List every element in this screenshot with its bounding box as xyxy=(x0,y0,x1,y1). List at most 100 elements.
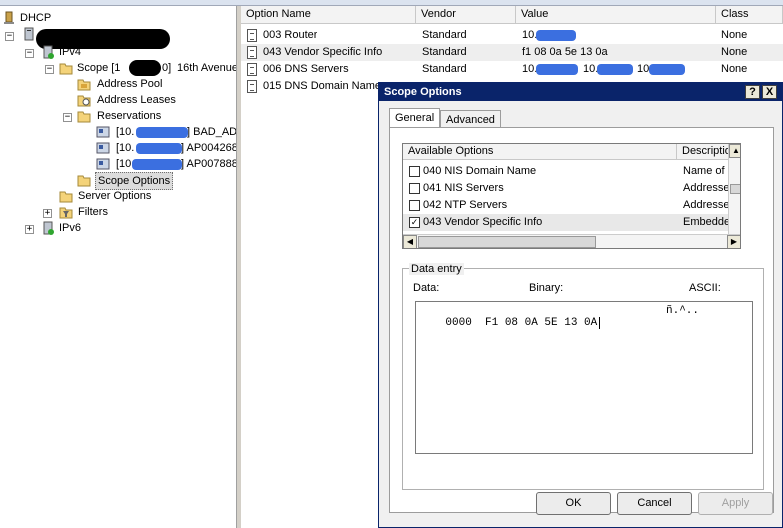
list-row[interactable]: 006 DNS Servers Standard 10. 10. 10 None xyxy=(241,61,783,78)
tree-label-ipv4: IPv4 xyxy=(59,46,82,58)
address-pool-icon xyxy=(77,79,91,91)
option-checkbox[interactable] xyxy=(409,166,420,177)
option-label: 041 NIS Servers xyxy=(423,182,504,194)
option-checkbox[interactable] xyxy=(409,200,420,211)
option-row-selected[interactable]: ✓ 043 Vendor Specific Info Embedded v xyxy=(403,214,740,231)
option-vendor: Standard xyxy=(422,29,467,41)
tab-general[interactable]: General xyxy=(389,108,441,128)
server-icon xyxy=(24,27,34,41)
list-row[interactable]: 043 Vendor Specific Info Standard f1 08 … xyxy=(241,44,783,61)
scope-label-prefix: Scope [1 xyxy=(77,62,121,74)
folder-icon xyxy=(77,175,91,187)
reservation-icon xyxy=(96,126,110,138)
dialog-title-bar[interactable]: Scope Options ? X xyxy=(379,83,782,101)
binary-label: Binary: xyxy=(529,282,564,294)
address-leases-icon xyxy=(77,95,91,107)
cancel-button[interactable]: Cancel xyxy=(617,492,692,515)
ipv4-server-icon xyxy=(43,45,54,59)
option-row[interactable]: 040 NIS Domain Name Name of Ne xyxy=(403,163,740,180)
option-vendor: Standard xyxy=(422,46,467,58)
option-icon xyxy=(247,46,257,59)
filter-icon xyxy=(59,207,73,219)
option-icon xyxy=(247,29,257,42)
column-header-value[interactable]: Value xyxy=(516,6,716,24)
reservation-icon xyxy=(96,142,110,154)
redacted-server-name xyxy=(36,29,170,49)
option-value: f1 08 0a 5e 13 0a xyxy=(522,46,608,58)
option-value-3: 10 xyxy=(637,63,650,75)
reservation-ip: [10. xyxy=(116,126,135,138)
ipv6-server-icon xyxy=(43,221,54,235)
hex-data-editor[interactable]: 0000 F1 08 0A 5E 13 0A ñ.^.. xyxy=(415,301,753,454)
option-label: 040 NIS Domain Name xyxy=(423,165,537,177)
tree-label-address-pool: Address Pool xyxy=(97,78,163,90)
folder-icon xyxy=(59,63,73,75)
scope-label-suffix: 16th Avenue xyxy=(177,62,237,74)
collapse-icon[interactable]: − xyxy=(5,32,14,41)
column-header-class[interactable]: Class xyxy=(716,6,783,24)
data-label: Data: xyxy=(413,282,440,294)
list-row[interactable]: 003 Router Standard 10. None xyxy=(241,27,783,44)
tree-label-ipv6: IPv6 xyxy=(59,222,82,234)
option-value: 10. xyxy=(522,63,538,75)
reservation-ip: [10 xyxy=(116,158,132,170)
redacted-ip xyxy=(597,64,633,75)
option-name: 043 Vendor Specific Info xyxy=(263,46,383,58)
collapse-icon[interactable]: − xyxy=(63,113,72,122)
folder-icon xyxy=(59,191,73,203)
vertical-scrollbar[interactable]: ▲ xyxy=(728,144,740,234)
dhcp-icon xyxy=(4,11,14,24)
tree-label-filters: Filters xyxy=(78,206,108,218)
reservation-icon xyxy=(96,158,110,170)
expand-icon[interactable]: + xyxy=(25,225,34,234)
scroll-thumb[interactable] xyxy=(418,236,596,248)
scroll-left-icon[interactable]: ◀ xyxy=(403,235,417,248)
option-name: 006 DNS Servers xyxy=(263,63,349,75)
scroll-thumb[interactable] xyxy=(730,184,740,194)
scroll-right-icon[interactable]: ▶ xyxy=(727,235,740,248)
option-name: 015 DNS Domain Name xyxy=(263,80,381,92)
hex-line: 0000 F1 08 0A 5E 13 0A xyxy=(445,317,598,329)
scope-label-mid: 0] xyxy=(162,62,172,74)
redacted-ip xyxy=(536,30,576,41)
reservation-name: ] AP004268 xyxy=(181,142,237,154)
folder-icon xyxy=(77,111,91,123)
apply-button[interactable]: Apply xyxy=(698,492,773,515)
option-checkbox[interactable] xyxy=(409,183,420,194)
collapse-icon[interactable]: − xyxy=(25,49,34,58)
horizontal-scrollbar[interactable]: ◀ ▶ xyxy=(403,234,740,248)
help-button[interactable]: ? xyxy=(745,85,760,99)
tree-label-server-options: Server Options xyxy=(78,190,152,202)
tree-label-reservations: Reservations xyxy=(97,110,162,122)
column-header-option-name[interactable]: Option Name xyxy=(241,6,416,24)
option-label: 043 Vendor Specific Info xyxy=(423,216,543,228)
redacted-ip xyxy=(536,64,578,75)
scroll-up-icon[interactable]: ▲ xyxy=(729,144,740,158)
option-class: None xyxy=(721,63,748,75)
console-tree[interactable]: DHCP − − IPv4 − Scope [1 0] 16th Avenue … xyxy=(0,6,237,528)
column-header-vendor[interactable]: Vendor xyxy=(416,6,516,24)
data-entry-label: Data entry xyxy=(409,263,464,275)
ascii-line: ñ.^.. xyxy=(666,305,700,317)
close-button[interactable]: X xyxy=(762,85,777,99)
tree-label-dhcp: DHCP xyxy=(20,12,52,24)
collapse-icon[interactable]: − xyxy=(45,65,54,74)
reservation-name: ] BAD_AD xyxy=(187,126,237,138)
option-label: 042 NTP Servers xyxy=(423,199,508,211)
option-checkbox-checked[interactable]: ✓ xyxy=(409,217,420,228)
reservation-ip: [10. xyxy=(116,142,135,154)
redacted-ip xyxy=(136,143,182,154)
column-header-available-options[interactable]: Available Options xyxy=(403,144,677,160)
option-name: 003 Router xyxy=(263,29,318,41)
option-class: None xyxy=(721,46,748,58)
option-row[interactable]: 042 NTP Servers Addresses o xyxy=(403,197,740,214)
option-value: 10. xyxy=(522,29,538,41)
reservation-name: ] AP007888 xyxy=(181,158,237,170)
redacted-ip xyxy=(649,64,685,75)
redacted-scope-ip xyxy=(129,60,161,76)
tree-label-address-leases: Address Leases xyxy=(97,94,176,106)
available-options-list[interactable]: Available Options Description 040 NIS Do… xyxy=(402,143,741,249)
ok-button[interactable]: OK xyxy=(536,492,611,515)
expand-icon[interactable]: + xyxy=(43,209,52,218)
option-row[interactable]: 041 NIS Servers Addresses o xyxy=(403,180,740,197)
